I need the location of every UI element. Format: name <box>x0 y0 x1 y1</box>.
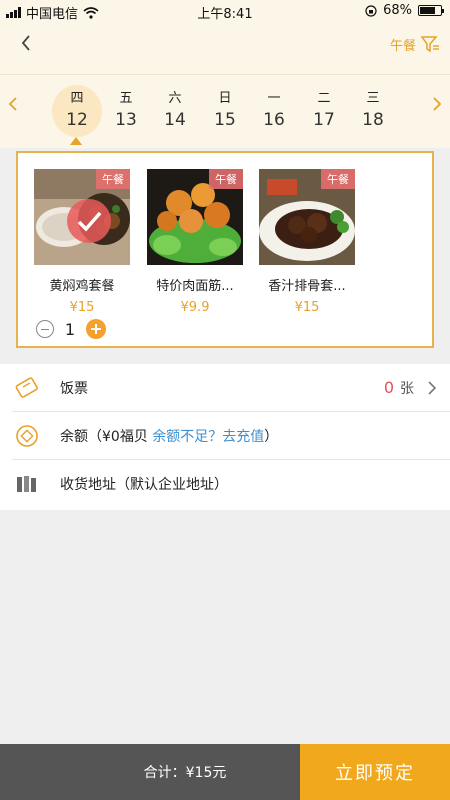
date-number: 16 <box>263 110 285 130</box>
address-label: 收货地址（默认企业地址） <box>60 477 228 493</box>
date-weekday: 日 <box>218 91 232 106</box>
meal-ticket-row[interactable]: 饭票 0张 <box>12 364 450 412</box>
date-item[interactable]: 二 17 <box>299 85 349 137</box>
ticket-count: 0 <box>383 377 394 397</box>
date-weekday: 五 <box>119 91 133 106</box>
chevron-left-icon <box>8 97 17 111</box>
ticket-value: 0张 <box>384 378 414 398</box>
back-button[interactable] <box>14 30 42 58</box>
orientation-lock-icon <box>365 4 377 17</box>
increase-button[interactable] <box>86 319 106 339</box>
date-strip: 四 12 五 13 六 14 日 15 一 16 二 17 三 18 <box>0 74 450 148</box>
chevron-left-icon <box>21 35 30 51</box>
balance-label: 余额（¥0福贝 <box>60 428 148 445</box>
date-weekday: 四 <box>70 91 84 106</box>
balance-row: 余额（¥0福贝 余额不足？去充值） <box>12 412 450 460</box>
date-number: 18 <box>362 110 384 130</box>
prev-week-button[interactable] <box>4 93 22 115</box>
selected-date-pointer <box>70 137 82 145</box>
recharge-link[interactable]: 余额不足？去充值 <box>152 429 264 445</box>
order-info-list: 饭票 0张 余额（¥0福贝 余额不足？去充值） 收货地址（默认企业地址） <box>0 364 450 510</box>
dish-panel: 午餐 黄焖鸡套餐 ¥15 午餐 特价肉面筋... ¥9.9 午餐 香汁排骨套..… <box>16 151 434 348</box>
dish-photo[interactable]: 午餐 <box>34 169 130 265</box>
bottom-bar: 合计：¥15元 立即预定 <box>0 744 450 800</box>
balance-icon <box>12 421 42 451</box>
dish-price: ¥15 <box>294 300 320 315</box>
dish-card[interactable]: 午餐 香汁排骨套... ¥15 <box>259 169 355 315</box>
battery-icon <box>418 5 444 16</box>
order-total: 合计：¥15元 <box>0 744 300 800</box>
date-item[interactable]: 四 12 <box>52 85 102 137</box>
meal-tag: 午餐 <box>209 169 243 189</box>
quantity-value: 1 <box>64 319 76 339</box>
dish-name: 香汁排骨套... <box>268 279 346 294</box>
address-icon <box>12 469 42 499</box>
meal-filter-label: 午餐 <box>389 38 416 54</box>
decrease-button[interactable] <box>36 320 54 338</box>
dish-photo[interactable]: 午餐 <box>259 169 355 265</box>
quantity-stepper: 1 <box>36 319 106 339</box>
ticket-label: 饭票 <box>60 380 88 397</box>
date-item[interactable]: 一 16 <box>249 85 299 137</box>
next-week-button[interactable] <box>428 93 446 115</box>
ticket-unit: 张 <box>400 380 414 397</box>
date-item[interactable]: 日 15 <box>200 85 250 137</box>
dish-name: 特价肉面筋... <box>156 279 234 294</box>
balance-text: 余额（¥0福贝 余额不足？去充值） <box>60 426 278 446</box>
date-weekday: 三 <box>366 91 380 106</box>
status-right: 68% <box>365 3 444 18</box>
date-weekday: 一 <box>267 91 281 106</box>
date-number: 14 <box>164 110 186 130</box>
meal-tag: 午餐 <box>321 169 355 189</box>
date-weekday: 六 <box>168 91 182 106</box>
dish-card[interactable]: 午餐 黄焖鸡套餐 ¥15 <box>34 169 130 315</box>
date-item[interactable]: 三 18 <box>348 85 398 137</box>
date-item[interactable]: 六 14 <box>150 85 200 137</box>
ticket-icon <box>12 373 42 403</box>
book-now-button[interactable]: 立即预定 <box>300 744 450 800</box>
date-number: 15 <box>214 110 236 130</box>
battery-percent: 68% <box>383 3 412 18</box>
selected-check-icon <box>67 199 111 243</box>
chevron-right-icon <box>433 97 442 111</box>
date-number: 12 <box>66 110 88 130</box>
date-number: 17 <box>313 110 335 130</box>
dish-price: ¥9.9 <box>180 300 210 315</box>
nav-bar: 午餐 <box>0 22 450 74</box>
dish-price: ¥15 <box>69 300 95 315</box>
chevron-right-icon <box>428 381 437 395</box>
balance-close: ） <box>264 428 279 445</box>
meal-tag: 午餐 <box>96 169 130 189</box>
dish-name: 黄焖鸡套餐 <box>49 279 115 294</box>
dish-photo[interactable]: 午餐 <box>147 169 243 265</box>
address-row[interactable]: 收货地址（默认企业地址） <box>12 460 450 508</box>
date-number: 13 <box>115 110 137 130</box>
date-item[interactable]: 五 13 <box>101 85 151 137</box>
filter-icon <box>420 36 439 53</box>
status-bar: 中国电信 上午8:41 68% <box>0 0 450 22</box>
date-weekday: 二 <box>317 91 331 106</box>
meal-filter-button[interactable]: 午餐 <box>390 34 440 54</box>
dish-card[interactable]: 午餐 特价肉面筋... ¥9.9 <box>147 169 243 315</box>
